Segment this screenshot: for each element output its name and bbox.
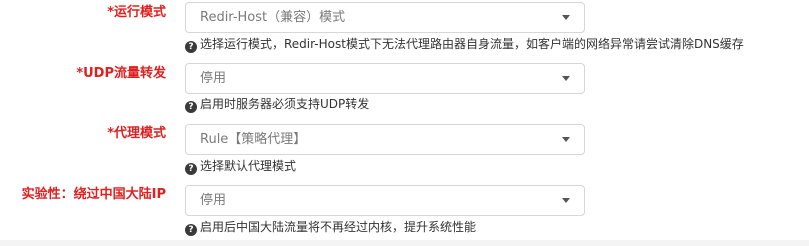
caret-down-icon (562, 76, 570, 81)
settings-form: *运行模式 Redir-Host（兼容）模式 ? 选择运行模式，Redir-Hos… (0, 0, 809, 246)
bottom-divider (0, 240, 809, 246)
question-circle-icon: ? (185, 101, 197, 113)
caret-down-icon (562, 198, 570, 203)
question-circle-icon: ? (185, 224, 197, 236)
proxy-mode-help: ? 选择默认代理模式 (185, 158, 296, 175)
bypass-china-label: 实验性：绕过中国大陆IP (21, 187, 166, 202)
caret-down-icon (562, 137, 570, 142)
run-mode-label: *运行模式 (107, 5, 166, 20)
bypass-china-select[interactable]: 停用 (185, 185, 585, 216)
udp-forward-help: ? 启用时服务器必须支持UDP转发 (185, 96, 369, 113)
run-mode-select[interactable]: Redir-Host（兼容）模式 (185, 2, 585, 33)
udp-forward-value: 停用 (200, 71, 227, 86)
bypass-china-help-text: 启用后中国大陆流量将不再经过内核，提升系统性能 (200, 220, 477, 234)
caret-down-icon (562, 15, 570, 20)
udp-forward-label: *UDP流量转发 (76, 66, 166, 81)
proxy-mode-select[interactable]: Rule【策略代理】 (185, 124, 585, 155)
run-mode-value: Redir-Host（兼容）模式 (200, 10, 346, 25)
udp-forward-select[interactable]: 停用 (185, 63, 585, 94)
run-mode-help-text: 选择运行模式，Redir-Host模式下无法代理路由器自身流量，如客户端的网络异… (200, 37, 744, 51)
proxy-mode-help-text: 选择默认代理模式 (200, 159, 297, 173)
bypass-china-value: 停用 (200, 193, 227, 208)
proxy-mode-label: *代理模式 (107, 126, 166, 141)
question-circle-icon: ? (185, 163, 197, 175)
udp-forward-help-text: 启用时服务器必须支持UDP转发 (200, 97, 370, 111)
run-mode-help: ? 选择运行模式，Redir-Host模式下无法代理路由器自身流量，如客户端的网络… (185, 36, 744, 53)
question-circle-icon: ? (185, 41, 197, 53)
proxy-mode-value: Rule【策略代理】 (200, 132, 307, 147)
bypass-china-help: ? 启用后中国大陆流量将不再经过内核，提升系统性能 (185, 219, 476, 236)
